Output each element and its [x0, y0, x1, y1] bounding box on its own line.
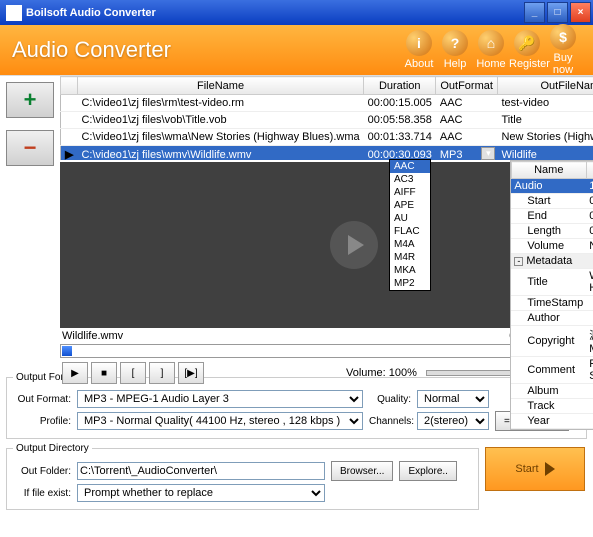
header: Audio Converter iAbout ?Help ⌂Home 🔑Regi…: [0, 25, 593, 75]
ifexist-select[interactable]: Prompt whether to replace: [77, 484, 325, 502]
prop-name[interactable]: Comment: [511, 357, 586, 384]
remove-file-button[interactable]: −: [6, 130, 54, 166]
profile-select[interactable]: MP3 - Normal Quality( 44100 Hz, stereo ,…: [77, 412, 363, 430]
close-button[interactable]: ×: [570, 2, 591, 23]
table-row[interactable]: C:\video1\zj files\vob\Title.vob 00:05:5…: [61, 112, 593, 129]
quality-select[interactable]: Normal: [417, 390, 489, 408]
channels-label: Channels:: [369, 416, 411, 427]
format-option[interactable]: M4R: [390, 251, 430, 264]
prop-value[interactable]: 00:00:00.000: [586, 194, 593, 209]
app-icon: [6, 5, 22, 21]
format-option[interactable]: FLAC: [390, 225, 430, 238]
format-option[interactable]: AAC: [390, 160, 430, 173]
prop-col-name[interactable]: Name: [511, 162, 586, 179]
format-option[interactable]: MP2: [390, 277, 430, 290]
prop-value[interactable]: [586, 384, 593, 399]
format-option[interactable]: MKA: [390, 264, 430, 277]
stop-button[interactable]: ■: [91, 362, 117, 384]
col-duration[interactable]: Duration: [364, 77, 436, 95]
prop-name[interactable]: Title: [511, 269, 586, 296]
volume-label: Volume:: [346, 367, 386, 379]
add-file-button[interactable]: +: [6, 82, 54, 118]
table-row[interactable]: C:\video1\zj files\rm\test-video.rm 00:0…: [61, 95, 593, 112]
start-button[interactable]: Start: [485, 447, 585, 491]
output-directory-group: Output Directory Out Folder: Browser... …: [6, 443, 479, 510]
next-mark-button[interactable]: [▶]: [178, 362, 204, 384]
format-option[interactable]: M4A: [390, 238, 430, 251]
format-option[interactable]: AU: [390, 212, 430, 225]
prop-value[interactable]: 00:00:30.093: [586, 209, 593, 224]
prop-value[interactable]: Footage: Sma: [586, 357, 593, 384]
maximize-button[interactable]: □: [547, 2, 568, 23]
format-option[interactable]: AIFF: [390, 186, 430, 199]
register-button[interactable]: 🔑Register: [509, 30, 545, 70]
play-icon: [348, 235, 364, 255]
table-row[interactable]: ▶ C:\video1\zj files\wmv\Wildlife.wmv 00…: [61, 146, 593, 161]
prop-value[interactable]: 00:00:30.093: [586, 224, 593, 239]
prop-value[interactable]: Normal: [586, 239, 593, 254]
properties-panel[interactable]: NameValue Audio1 Start00:00:00.000End00:…: [510, 160, 593, 430]
prop-metadata-section[interactable]: -Metadata: [511, 254, 593, 269]
mark-in-button[interactable]: [: [120, 362, 146, 384]
format-option[interactable]: AC3: [390, 173, 430, 186]
prop-name[interactable]: TimeStamp: [511, 296, 586, 311]
prop-name[interactable]: Volume: [511, 239, 586, 254]
mark-out-button[interactable]: ]: [149, 362, 175, 384]
prop-value[interactable]: Wildlife in HD: [586, 269, 593, 296]
prop-name[interactable]: Length: [511, 224, 586, 239]
outfolder-input[interactable]: [77, 462, 325, 480]
buynow-button[interactable]: $Buy now: [545, 24, 581, 76]
browse-button[interactable]: Browser...: [331, 461, 393, 481]
volume-value: 100%: [389, 367, 417, 379]
prop-name[interactable]: Year: [511, 414, 586, 429]
prop-audio-section[interactable]: Audio: [511, 179, 586, 194]
prop-name[interactable]: Album: [511, 384, 586, 399]
channels-select[interactable]: 2(stereo): [417, 412, 489, 430]
outformat-select[interactable]: MP3 - MPEG-1 Audio Layer 3: [77, 390, 363, 408]
prop-value[interactable]: 漏 2008 Micro: [586, 326, 593, 357]
prop-name[interactable]: Track: [511, 399, 586, 414]
side-buttons: + −: [0, 76, 60, 370]
table-row[interactable]: C:\video1\zj files\wma\New Stories (High…: [61, 129, 593, 146]
outformat-label: Out Format:: [13, 394, 71, 405]
col-outfilename[interactable]: OutFileName: [497, 77, 593, 95]
play-overlay-button[interactable]: [330, 221, 378, 269]
ifexist-label: If file exist:: [13, 488, 71, 499]
home-button[interactable]: ⌂Home: [473, 30, 509, 70]
titlebar[interactable]: Boilsoft Audio Converter _ □ ×: [0, 0, 593, 25]
outformat-dropdown[interactable]: AACAC3AIFFAPEAUFLACM4AM4RMKAMP2: [389, 159, 431, 291]
explore-button[interactable]: Explore..: [399, 461, 456, 481]
minimize-button[interactable]: _: [524, 2, 545, 23]
prop-col-value[interactable]: Value: [586, 162, 593, 179]
window-title: Boilsoft Audio Converter: [26, 7, 522, 19]
profile-label: Profile:: [13, 416, 71, 427]
prop-name[interactable]: Author: [511, 311, 586, 326]
help-button[interactable]: ?Help: [437, 30, 473, 70]
app-title: Audio Converter: [12, 37, 401, 63]
about-button[interactable]: iAbout: [401, 30, 437, 70]
play-button[interactable]: ▶: [62, 362, 88, 384]
prop-value[interactable]: [586, 414, 593, 429]
col-filename[interactable]: FileName: [77, 77, 363, 95]
col-marker[interactable]: [61, 77, 78, 95]
prop-name[interactable]: Start: [511, 194, 586, 209]
current-file-label: Wildlife.wmv: [62, 330, 123, 342]
prop-value[interactable]: [586, 296, 593, 311]
prop-name[interactable]: End: [511, 209, 586, 224]
prop-name[interactable]: Copyright: [511, 326, 586, 357]
file-grid[interactable]: FileName Duration OutFormat OutFileName …: [60, 76, 593, 160]
outfolder-label: Out Folder:: [13, 466, 71, 477]
quality-label: Quality:: [369, 394, 411, 405]
prop-value[interactable]: [586, 311, 593, 326]
col-outformat[interactable]: OutFormat: [436, 77, 498, 95]
format-option[interactable]: APE: [390, 199, 430, 212]
prop-value[interactable]: [586, 399, 593, 414]
